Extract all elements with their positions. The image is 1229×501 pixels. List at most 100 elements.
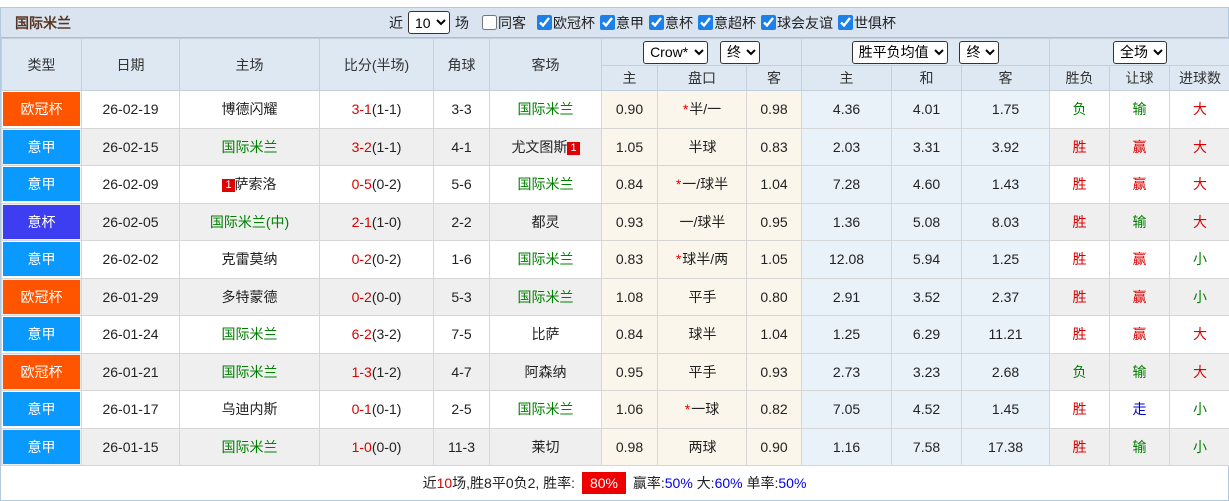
avg-draw-odds: 4.52 [891, 390, 963, 429]
avg-away-odds: 3.92 [961, 127, 1051, 166]
sub-header-handicap-away: 客 [745, 65, 803, 91]
league-badge: 欧冠杯 [3, 279, 80, 314]
goals-flag: 大 [1193, 363, 1208, 380]
match-date: 26-02-15 [81, 127, 180, 166]
goals-flag: 小 [1193, 251, 1208, 268]
sub-header-handicap-home: 主 [601, 65, 658, 91]
odds-company-select[interactable]: Crow* [643, 40, 709, 64]
avg-odds-select[interactable]: 胜平负均值 [851, 40, 948, 64]
league-badge: 欧冠杯 [3, 354, 80, 389]
club-friendly-checkbox[interactable] [761, 15, 776, 30]
summary-segment: 80% [581, 472, 626, 494]
handicap-away-odds: 0.98 [745, 90, 803, 129]
handicap-line: *一球 [657, 390, 747, 429]
home-team-name: 国际米兰 [221, 363, 278, 380]
result-flag: 负 [1072, 101, 1087, 118]
handicap-text: 半/一 [689, 101, 722, 118]
handicap-away-odds: 0.90 [745, 427, 803, 466]
away-team-name: 比萨 [531, 326, 560, 343]
same-venue-checkbox[interactable] [482, 15, 497, 30]
full-time-score: 0-5 [351, 176, 372, 193]
avg-draw-odds: 3.52 [891, 277, 963, 316]
handicap-line: *半/一 [657, 90, 747, 129]
league-badge: 意甲 [3, 167, 80, 202]
star-marker: * [684, 401, 691, 418]
half-time-score: (1-1) [371, 101, 402, 118]
full-time-score: 0-2 [351, 288, 372, 305]
ucl-label: 欧冠杯 [553, 14, 595, 31]
handicap-away-odds: 0.83 [745, 127, 803, 166]
score-cell: 3-2(1-1) [319, 127, 434, 166]
scope-select[interactable]: 全场 [1113, 40, 1168, 64]
match-row: 意甲 26-02-09 1 萨索洛 0-5(0-2) 5-6 国际米兰 0.84 … [1, 165, 1229, 204]
avg-stage-select[interactable]: 终 [959, 40, 1000, 64]
handicap-line: *一/球半 [657, 165, 747, 204]
summary-segment: 50% [778, 475, 807, 491]
filter-club-friendly[interactable]: 球会友谊 [761, 13, 833, 33]
handicap-away-odds: 0.93 [745, 352, 803, 391]
coppa-italia-checkbox[interactable] [649, 15, 664, 30]
filter-super-cup[interactable]: 意超杯 [698, 13, 756, 33]
away-rank-mark-after: 1 [567, 141, 580, 155]
avg-draw-odds: 5.94 [891, 240, 963, 279]
team-title: 国际米兰 [15, 14, 71, 31]
avg-away-odds: 1.75 [961, 90, 1051, 129]
match-row: 欧冠杯 26-01-29 多特蒙德 0-2(0-0) 5-3 国际米兰 1.08… [1, 277, 1229, 316]
home-team: 国际米兰 [179, 315, 320, 354]
filter-coppa-italia[interactable]: 意杯 [649, 13, 693, 33]
handicap-away-odds: 0.82 [745, 390, 803, 429]
col-header-score: 比分(半场) [319, 38, 434, 91]
handicap-home-odds: 0.95 [601, 352, 658, 391]
same-venue-filter[interactable]: 同客 [482, 13, 526, 33]
away-team-name: 国际米兰 [517, 101, 574, 118]
away-team: 尤文图斯 1 [489, 127, 602, 166]
away-team: 国际米兰 [489, 390, 602, 429]
handicap-result-flag: 赢 [1132, 176, 1147, 193]
result-flag: 胜 [1072, 288, 1087, 305]
handicap-line: 平手 [657, 277, 747, 316]
handicap-text: 两球 [688, 438, 717, 455]
home-team-name: 国际米兰(中) [209, 213, 290, 230]
full-time-score: 0-2 [351, 251, 372, 268]
filter-ucl[interactable]: 欧冠杯 [537, 13, 595, 33]
corner-score: 2-2 [433, 202, 490, 241]
match-row: 意甲 26-01-15 国际米兰 1-0(0-0) 11-3 莱切 0.98 两… [1, 427, 1229, 466]
away-team-name: 阿森纳 [524, 363, 567, 380]
avg-away-odds: 8.03 [961, 202, 1051, 241]
avg-home-odds: 2.03 [801, 127, 893, 166]
handicap-away-odds: 0.95 [745, 202, 803, 241]
handicap-away-odds: 1.05 [745, 240, 803, 279]
handicap-stage-select[interactable]: 终 [719, 40, 760, 64]
league-badge: 意甲 [3, 242, 80, 277]
match-date: 26-02-09 [81, 165, 180, 204]
sub-header-handicap-result: 让球 [1109, 65, 1171, 91]
match-date: 26-01-21 [81, 352, 180, 391]
home-team-name: 萨索洛 [234, 176, 277, 193]
handicap-text: 平手 [688, 363, 717, 380]
toolbar: 国际米兰 近 10 场 同客 欧冠杯 意甲 意杯 意超杯 球会友谊 世俱杯 [1, 8, 1228, 38]
match-date: 26-01-15 [81, 427, 180, 466]
super-cup-checkbox[interactable] [698, 15, 713, 30]
away-team: 国际米兰 [489, 90, 602, 129]
score-cell: 6-2(3-2) [319, 315, 434, 354]
handicap-away-odds: 1.04 [745, 165, 803, 204]
summary-segment: 场,胜8平0负2, 胜率: [452, 475, 579, 491]
avg-draw-odds: 5.08 [891, 202, 963, 241]
recent-count-select[interactable]: 10 [408, 11, 450, 34]
filter-club-world-cup[interactable]: 世俱杯 [838, 13, 896, 33]
result-flag: 胜 [1072, 138, 1087, 155]
handicap-result-flag: 赢 [1132, 251, 1147, 268]
away-team-name: 国际米兰 [517, 288, 574, 305]
ucl-checkbox[interactable] [537, 15, 552, 30]
handicap-line: 平手 [657, 352, 747, 391]
full-time-score: 0-1 [351, 401, 372, 418]
star-marker: * [675, 176, 682, 193]
score-cell: 3-1(1-1) [319, 90, 434, 129]
serie-a-checkbox[interactable] [600, 15, 615, 30]
summary-line: 近10场,胜8平0负2, 胜率: 80% 赢率:50% 大:60% 单率:50% [1, 466, 1228, 500]
sub-header-result: 胜负 [1049, 65, 1111, 91]
score-cell: 1-3(1-2) [319, 352, 434, 391]
club-world-cup-checkbox[interactable] [838, 15, 853, 30]
filter-serie-a[interactable]: 意甲 [600, 13, 644, 33]
match-row: 欧冠杯 26-01-21 国际米兰 1-3(1-2) 4-7 阿森纳 0.95 … [1, 352, 1229, 391]
